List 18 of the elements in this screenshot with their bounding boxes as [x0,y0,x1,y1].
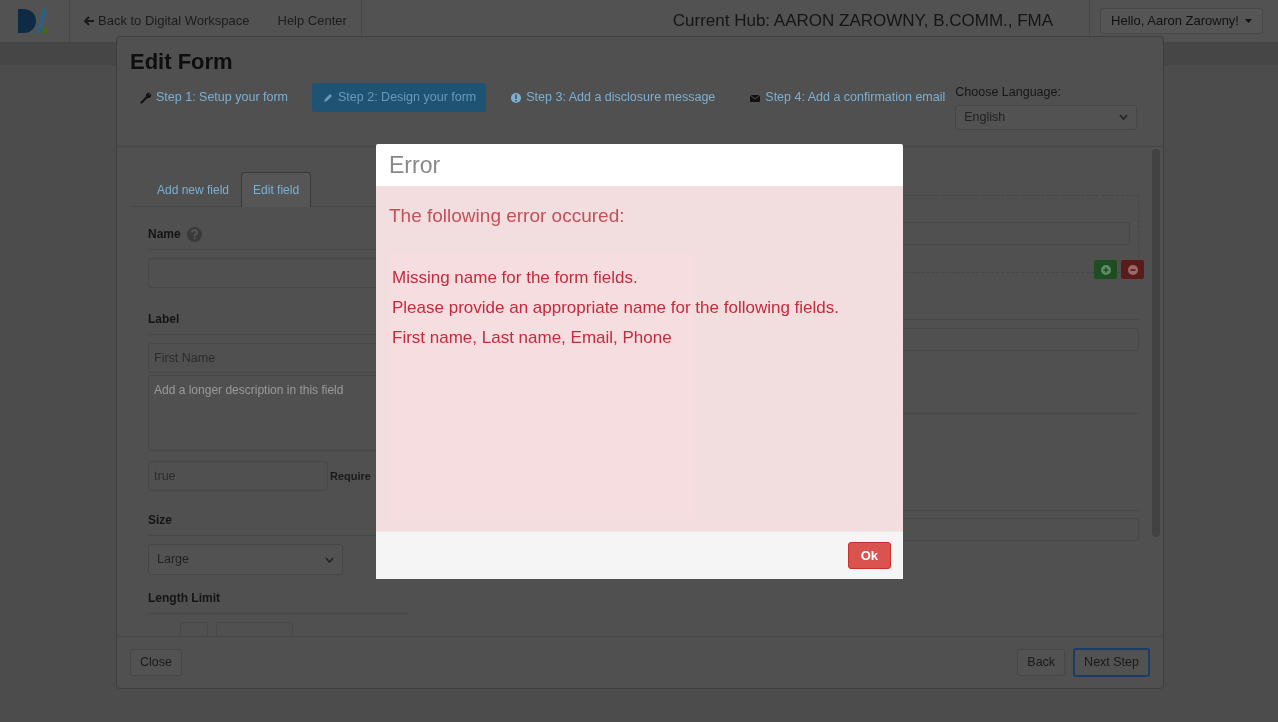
field-label: Name [148,226,181,243]
field-label: Choose Language: [955,84,1062,101]
next-step-button[interactable]: Next Step [1073,648,1150,677]
step-tab[interactable]: Step 2: Design your form [312,83,487,113]
error-message: Missing name for the form fields. [392,266,638,289]
step-tab[interactable]: Step 4: Add a confirmation email [739,83,956,113]
dialog-title: Error [388,150,442,180]
back-button[interactable]: Back [1017,649,1066,676]
dialog-title: Edit Form [130,49,234,76]
step-tab[interactable]: Step 1: Setup your form [130,83,298,113]
error-intro: The following error occured: [389,204,626,228]
field-tab[interactable]: Edit field [241,172,312,207]
step-tab[interactable]: Step 3: Add a disclosure message [500,83,726,113]
field-label: Length Limit [148,589,408,614]
user-menu-button[interactable]: Hello, Aaron Zarowny! [1100,8,1263,34]
ok-button[interactable]: Ok [847,541,891,569]
field-tab[interactable]: Add new field [145,172,242,207]
close-button[interactable]: Close [130,649,182,676]
